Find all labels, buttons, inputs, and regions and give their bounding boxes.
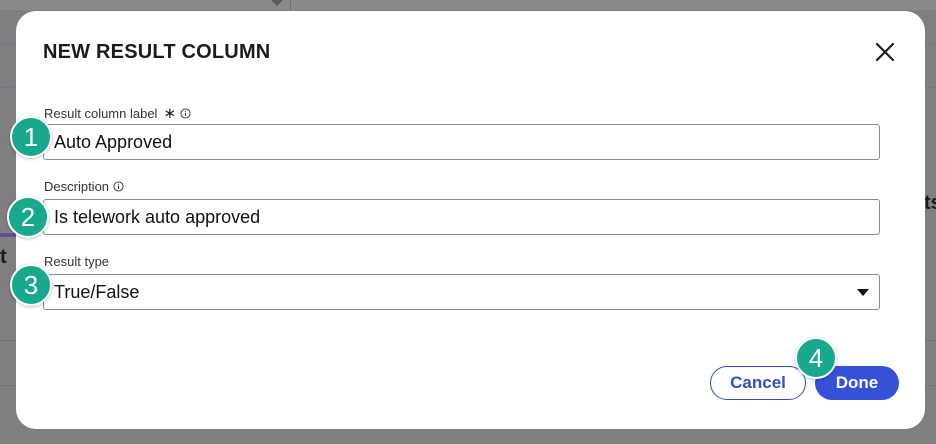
result-type-selected-value: True/False [54,281,140,302]
description-label: Description [44,179,124,194]
step-badge: 2 [7,196,49,238]
result-column-label-input[interactable] [43,124,880,160]
close-icon [875,42,895,62]
description-input[interactable] [43,199,880,235]
background-toolbar [0,0,936,10]
chevron-down-icon [857,288,869,296]
background-divider [290,0,291,10]
result-column-label-label: Result column label ∗ [44,104,191,122]
background-text-fragment: t [0,246,7,268]
step-badge: 1 [10,116,52,158]
background-dropdown-caret-icon [271,0,283,6]
result-type-label: Result type [44,254,109,269]
close-button[interactable] [874,41,896,63]
background-text-fragment: ts [924,192,936,214]
info-icon[interactable] [180,107,191,119]
background-accent-bar [0,233,16,237]
required-asterisk-icon: ∗ [163,105,177,122]
new-result-column-dialog: NEW RESULT COLUMN Result column label ∗ … [16,11,925,429]
cancel-button[interactable]: Cancel [710,366,806,400]
label-text: Result column label [44,105,158,121]
label-text: Description [44,179,110,194]
label-text: Result type [44,254,110,269]
step-badge: 4 [795,337,837,379]
result-type-select[interactable]: True/False [43,274,880,310]
dialog-title: NEW RESULT COLUMN [43,41,271,63]
step-badge: 3 [10,264,52,306]
info-icon[interactable] [113,181,124,192]
